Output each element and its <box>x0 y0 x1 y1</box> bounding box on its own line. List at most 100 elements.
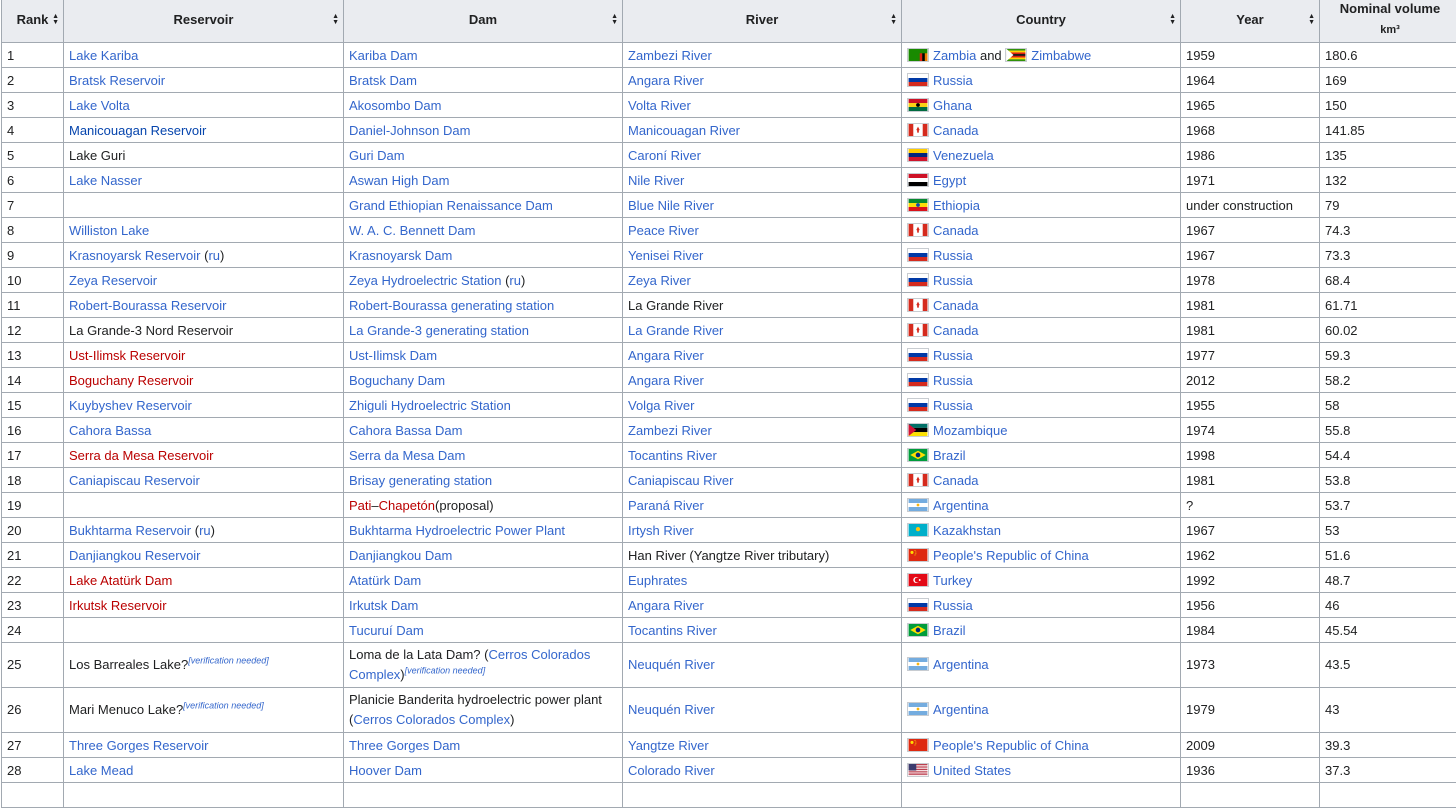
reservoir-link[interactable]: Ust-Ilimsk Reservoir <box>69 348 185 363</box>
river-link[interactable]: Colorado River <box>628 763 715 778</box>
river-link[interactable]: Zambezi River <box>628 423 712 438</box>
reservoir-column-header[interactable]: Reservoir▲▼ <box>64 0 344 43</box>
volume-column-header[interactable]: Nominal volumekm³ <box>1320 0 1456 43</box>
country-link[interactable]: Russia <box>933 248 973 263</box>
reservoir-link[interactable]: Irkutsk Reservoir <box>69 598 167 613</box>
sort-icon[interactable]: ▲▼ <box>890 14 897 26</box>
verification-needed-note[interactable]: [verification needed] <box>405 666 486 676</box>
reservoir-link[interactable]: Danjiangkou Reservoir <box>69 548 201 563</box>
dam-link[interactable]: Cerros Colorados Complex <box>353 712 510 727</box>
dam-column-header[interactable]: Dam▲▼ <box>344 0 623 43</box>
country-link[interactable]: Mozambique <box>933 423 1007 438</box>
river-link[interactable]: Irtysh River <box>628 523 694 538</box>
country-link[interactable]: Egypt <box>933 173 966 188</box>
rank-column-header[interactable]: Rank▲▼ <box>2 0 64 43</box>
river-link[interactable]: Tocantins River <box>628 448 717 463</box>
river-link[interactable]: Yenisei River <box>628 248 703 263</box>
reservoir-link[interactable]: Krasnoyarsk Reservoir <box>69 248 201 263</box>
dam-link[interactable]: Daniel-Johnson Dam <box>349 123 470 138</box>
reservoir-link[interactable]: Boguchany Reservoir <box>69 373 193 388</box>
dam-link[interactable]: Zeya Hydroelectric Station <box>349 273 501 288</box>
dam-link[interactable]: Zhiguli Hydroelectric Station <box>349 398 511 413</box>
country-link[interactable]: Canada <box>933 323 979 338</box>
dam-link[interactable]: Tucuruí Dam <box>349 623 424 638</box>
country-link[interactable]: Kazakhstan <box>933 523 1001 538</box>
country-link[interactable]: People's Republic of China <box>933 738 1089 753</box>
river-link[interactable]: Tocantins River <box>628 623 717 638</box>
dam-link[interactable]: Irkutsk Dam <box>349 598 418 613</box>
year-column-header[interactable]: Year▲▼ <box>1181 0 1320 43</box>
dam-link[interactable]: Kariba Dam <box>349 48 418 63</box>
reservoir-link[interactable]: Cahora Bassa <box>69 423 151 438</box>
river-link[interactable]: Yangtze River <box>628 738 709 753</box>
river-link[interactable]: Euphrates <box>628 573 687 588</box>
dam-link[interactable]: Bukhtarma Hydroelectric Power Plant <box>349 523 565 538</box>
river-link[interactable]: Zeya River <box>628 273 691 288</box>
verification-needed-note[interactable]: [verification needed] <box>188 656 269 666</box>
reservoir-link[interactable]: Bratsk Reservoir <box>69 73 165 88</box>
country-link[interactable]: Turkey <box>933 573 972 588</box>
reservoir-link[interactable]: Kuybyshev Reservoir <box>69 398 192 413</box>
country-link[interactable]: Venezuela <box>933 148 994 163</box>
river-link[interactable]: Neuquén River <box>628 657 715 672</box>
river-link[interactable]: Angara River <box>628 373 704 388</box>
reservoir-link[interactable]: Serra da Mesa Reservoir <box>69 448 214 463</box>
river-link[interactable]: Volga River <box>628 398 694 413</box>
dam-link[interactable]: Akosombo Dam <box>349 98 441 113</box>
dam-link[interactable]: Serra da Mesa Dam <box>349 448 465 463</box>
river-link[interactable]: Angara River <box>628 598 704 613</box>
river-link[interactable]: Angara River <box>628 348 704 363</box>
reservoir-link[interactable]: Bukhtarma Reservoir <box>69 523 191 538</box>
river-link[interactable]: Volta River <box>628 98 691 113</box>
dam-link[interactable]: ru <box>509 273 521 288</box>
dam-link[interactable]: Robert-Bourassa generating station <box>349 298 554 313</box>
country-link[interactable]: Russia <box>933 348 973 363</box>
reservoir-link[interactable]: Zeya Reservoir <box>69 273 157 288</box>
dam-link[interactable]: Boguchany Dam <box>349 373 445 388</box>
dam-link[interactable]: Guri Dam <box>349 148 405 163</box>
reservoir-link[interactable]: ru <box>208 248 220 263</box>
river-link[interactable]: Caroní River <box>628 148 701 163</box>
reservoir-link[interactable]: Williston Lake <box>69 223 149 238</box>
reservoir-link[interactable]: Lake Atatürk Dam <box>69 573 172 588</box>
dam-link[interactable]: Chapetón <box>379 498 435 513</box>
country-link[interactable]: Canada <box>933 473 979 488</box>
river-link[interactable]: Zambezi River <box>628 48 712 63</box>
country-link[interactable]: Argentina <box>933 657 989 672</box>
country-link[interactable]: Canada <box>933 298 979 313</box>
country-link[interactable]: Ghana <box>933 98 972 113</box>
country-link[interactable]: Canada <box>933 223 979 238</box>
sort-icon[interactable]: ▲▼ <box>332 14 339 26</box>
country-link[interactable]: Argentina <box>933 702 989 717</box>
country-link[interactable]: Russia <box>933 398 973 413</box>
country-link[interactable]: Russia <box>933 73 973 88</box>
dam-link[interactable]: Grand Ethiopian Renaissance Dam <box>349 198 553 213</box>
dam-link[interactable]: Krasnoyarsk Dam <box>349 248 452 263</box>
dam-link[interactable]: Aswan High Dam <box>349 173 449 188</box>
river-link[interactable]: Caniapiscau River <box>628 473 734 488</box>
reservoir-link[interactable]: Lake Kariba <box>69 48 138 63</box>
dam-link[interactable]: Three Gorges Dam <box>349 738 460 753</box>
dam-link[interactable]: Atatürk Dam <box>349 573 421 588</box>
dam-link[interactable]: W. A. C. Bennett Dam <box>349 223 475 238</box>
verification-needed-note[interactable]: [verification needed] <box>183 701 264 711</box>
sort-icon[interactable]: ▲▼ <box>611 14 618 26</box>
sort-icon[interactable]: ▲▼ <box>52 14 59 26</box>
dam-link[interactable]: Brisay generating station <box>349 473 492 488</box>
country-link[interactable]: Zambia <box>933 48 976 63</box>
river-link[interactable]: La Grande River <box>628 323 723 338</box>
country-link[interactable]: Russia <box>933 273 973 288</box>
country-link[interactable]: Zimbabwe <box>1031 48 1091 63</box>
reservoir-link[interactable]: Caniapiscau Reservoir <box>69 473 200 488</box>
reservoir-link[interactable]: Three Gorges Reservoir <box>69 738 208 753</box>
country-column-header[interactable]: Country▲▼ <box>902 0 1181 43</box>
reservoir-link[interactable]: Lake Mead <box>69 763 133 778</box>
dam-link[interactable]: La Grande-3 generating station <box>349 323 529 338</box>
dam-link[interactable]: Cahora Bassa Dam <box>349 423 462 438</box>
country-link[interactable]: Canada <box>933 123 979 138</box>
river-column-header[interactable]: River▲▼ <box>623 0 902 43</box>
river-link[interactable]: Angara River <box>628 73 704 88</box>
country-link[interactable]: United States <box>933 763 1011 778</box>
reservoir-link[interactable]: Lake Nasser <box>69 173 142 188</box>
river-link[interactable]: Peace River <box>628 223 699 238</box>
